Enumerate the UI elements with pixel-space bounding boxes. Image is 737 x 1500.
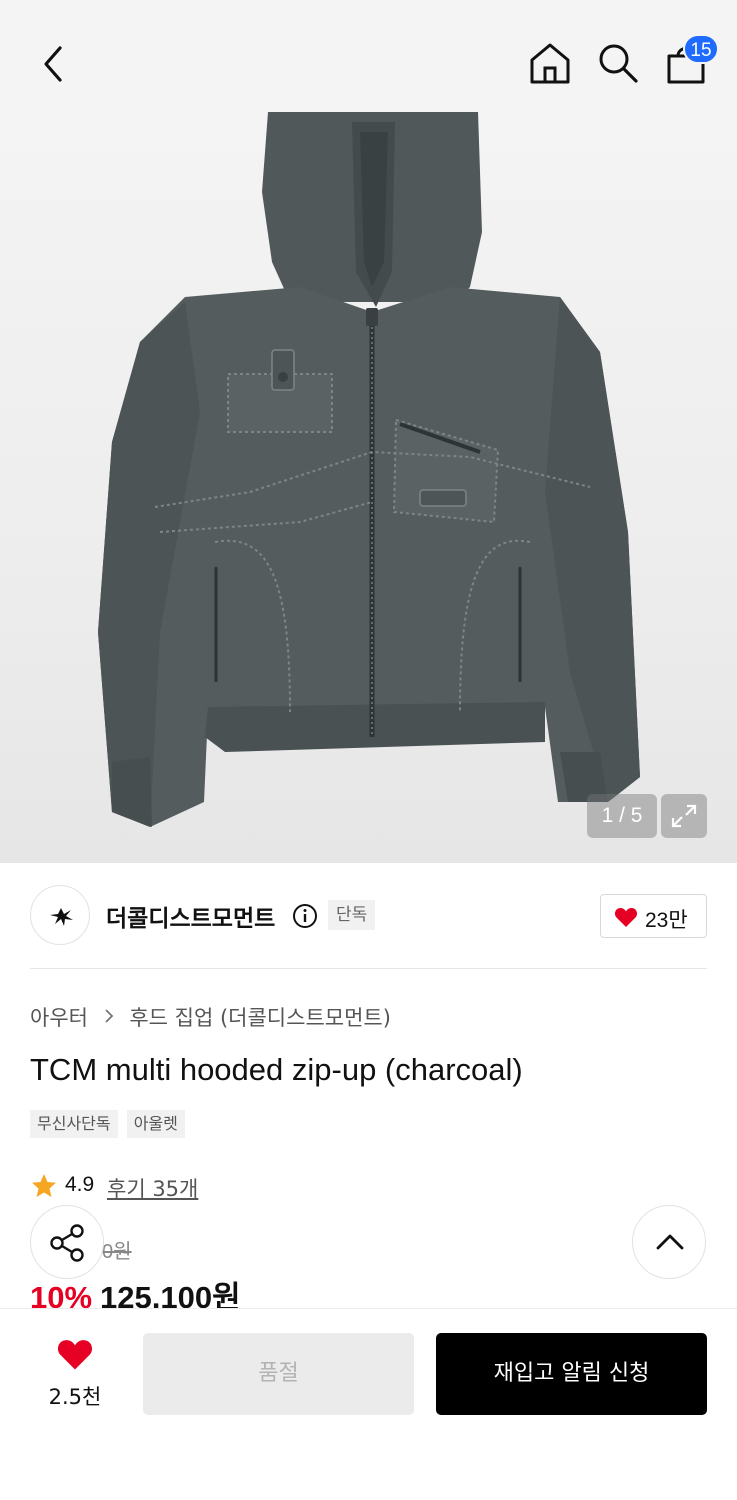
cart-button[interactable]: 15 — [663, 34, 719, 86]
image-counter: 1 / 5 — [587, 794, 657, 838]
share-icon — [50, 1224, 84, 1262]
bottom-action-bar: 2.5천 품절 재입고 알림 신청 — [0, 1308, 737, 1500]
chevron-right-icon — [103, 1005, 115, 1029]
chevron-up-icon — [656, 1234, 684, 1250]
search-icon — [599, 44, 638, 83]
product-title: TCM multi hooded zip-up (charcoal) — [30, 1052, 523, 1087]
restock-alert-button[interactable]: 재입고 알림 신청 — [436, 1333, 707, 1415]
home-icon — [530, 43, 570, 84]
tag-outlet: 아울렛 — [126, 1110, 185, 1138]
cart-count-badge: 15 — [683, 34, 719, 64]
wishlist-button[interactable]: 2.5천 — [30, 1337, 120, 1417]
wishlist-count: 2.5천 — [48, 1385, 102, 1409]
top-bar: 15 — [0, 0, 737, 112]
breadcrumb-subcategory[interactable]: 후드 집업 (더콜디스트모먼트) — [129, 1006, 391, 1030]
product-tags: 무신사단독 아울렛 — [30, 1110, 189, 1138]
share-button[interactable] — [30, 1205, 104, 1279]
hoodie-product-image — [98, 112, 640, 827]
home-button[interactable] — [527, 40, 573, 86]
product-image-gallery[interactable]: 1 / 5 — [0, 112, 737, 863]
brand-row: 더콜디스트모먼트 단독 23만 — [30, 885, 707, 947]
star-icon — [32, 1174, 56, 1197]
brand-logo[interactable] — [30, 885, 90, 945]
brand-name[interactable]: 더콜디스트모먼트 — [106, 899, 275, 933]
info-icon[interactable] — [292, 903, 318, 929]
search-button[interactable] — [595, 40, 641, 86]
rating-value: 4.9 — [65, 1173, 95, 1196]
heart-icon — [614, 908, 638, 927]
brand-like-button[interactable]: 23만 — [600, 894, 707, 938]
divider — [30, 968, 707, 969]
chevron-left-icon — [44, 46, 62, 82]
scroll-to-top-button[interactable] — [632, 1205, 706, 1279]
expand-icon — [671, 804, 697, 828]
original-price-text: 0원 — [102, 1241, 132, 1263]
soldout-button: 품절 — [143, 1333, 414, 1415]
brand-like-count: 23만 — [645, 909, 688, 932]
review-link[interactable]: 후기 35개 — [107, 1173, 198, 1203]
breadcrumb: 아우터 후드 집업 (더콜디스트모먼트) — [30, 1002, 391, 1032]
tag-exclusive: 무신사단독 — [30, 1110, 118, 1138]
exclusive-tag: 단독 — [328, 900, 376, 930]
back-button[interactable] — [36, 42, 72, 86]
fullscreen-button[interactable] — [661, 794, 707, 838]
brand-star-logo-icon — [50, 908, 73, 926]
breadcrumb-category[interactable]: 아우터 — [30, 1006, 88, 1030]
heart-icon — [57, 1340, 93, 1370]
